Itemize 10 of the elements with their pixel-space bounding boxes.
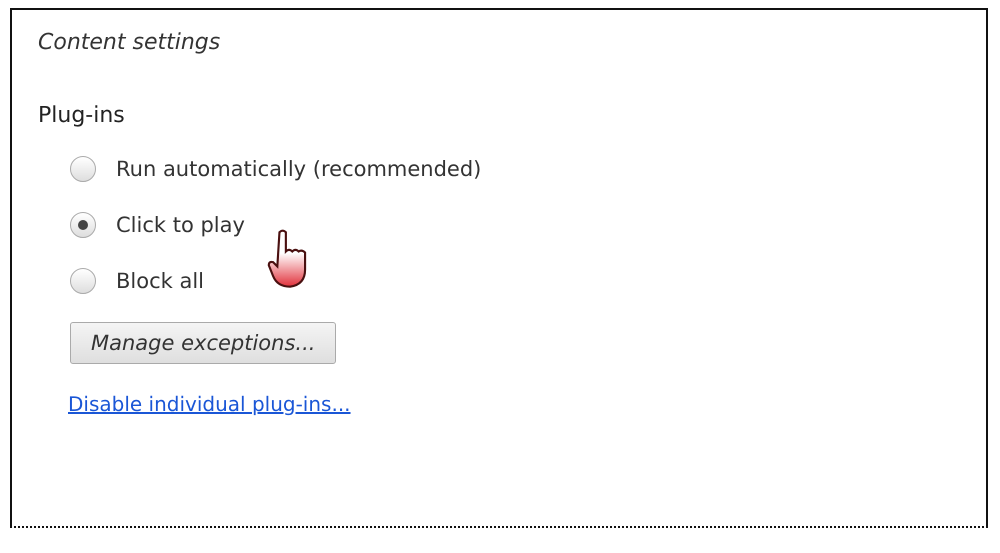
manage-exceptions-button[interactable]: Manage exceptions... xyxy=(70,322,336,364)
panel-title: Content settings xyxy=(38,30,222,55)
section-heading: Plug-ins xyxy=(38,103,126,128)
radio-button[interactable] xyxy=(70,268,96,294)
option-label[interactable]: Run automatically (recommended) xyxy=(116,157,482,181)
option-label[interactable]: Block all xyxy=(116,269,204,293)
option-label[interactable]: Click to play xyxy=(116,213,245,237)
radio-button[interactable] xyxy=(70,212,96,238)
radio-button[interactable] xyxy=(70,156,96,182)
disable-plugins-link[interactable]: Disable individual plug-ins... xyxy=(68,392,351,416)
